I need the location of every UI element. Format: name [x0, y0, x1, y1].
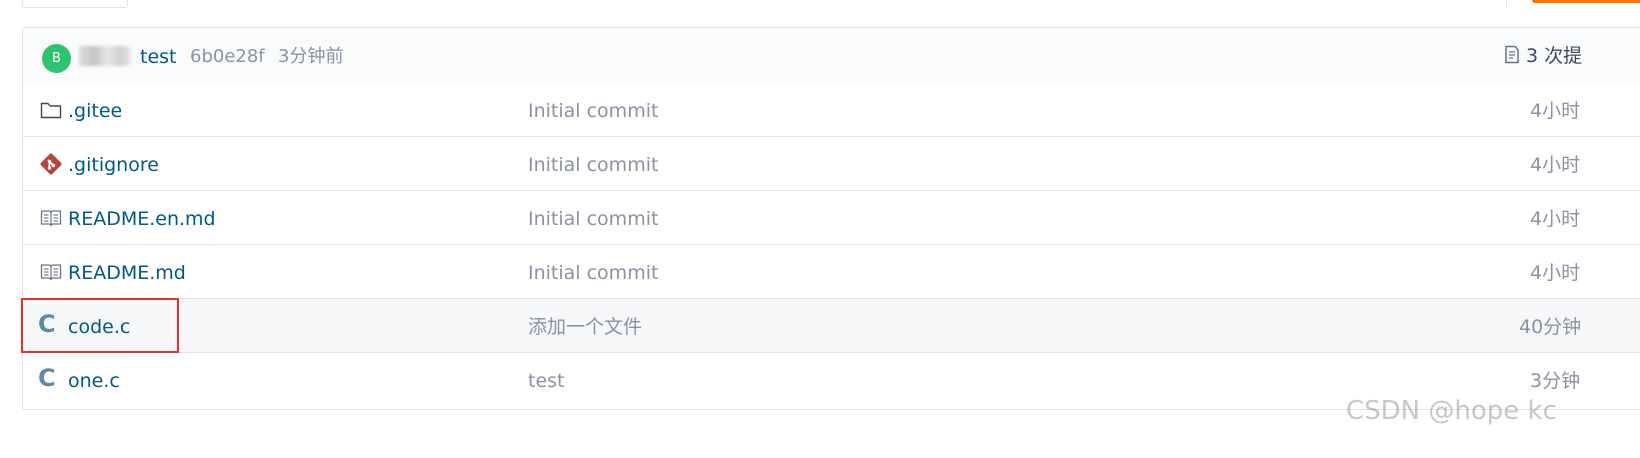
- latest-commit-time: 3分钟前: [278, 46, 344, 67]
- git-icon: [39, 152, 62, 175]
- table-row[interactable]: .gitignore Initial commit 4小时: [23, 137, 1640, 191]
- commits-count-link[interactable]: 3 次提: [1504, 43, 1582, 69]
- table-row[interactable]: README.md Initial commit 4小时: [23, 245, 1640, 299]
- file-updated-time: 4小时: [1530, 154, 1581, 176]
- file-commit-message[interactable]: Initial commit: [528, 259, 658, 287]
- latest-commit-header: B test 6b0e28f 3分钟前 3 次提: [23, 28, 1640, 84]
- clone-download-button[interactable]: [1532, 0, 1640, 3]
- watermark: CSDN @hope kc: [1346, 396, 1557, 426]
- file-commit-message[interactable]: Initial commit: [528, 205, 658, 233]
- table-row[interactable]: C code.c 添加一个文件 40分钟: [23, 299, 1640, 353]
- file-updated-time: 4小时: [1530, 262, 1581, 284]
- file-name-link[interactable]: README.md: [68, 259, 186, 287]
- avatar[interactable]: B: [42, 44, 71, 73]
- file-name-link[interactable]: README.en.md: [68, 205, 216, 233]
- latest-commit-sha[interactable]: 6b0e28f: [190, 44, 265, 70]
- toolbar-divider: [1506, 0, 1507, 7]
- author-name-blurred[interactable]: [79, 46, 131, 66]
- table-row[interactable]: README.en.md Initial commit 4小时: [23, 191, 1640, 245]
- file-updated-time: 3分钟: [1530, 370, 1581, 392]
- c-language-icon: C: [38, 364, 56, 392]
- file-name-link[interactable]: .gitee: [68, 97, 122, 125]
- commit-log-icon: [1504, 45, 1520, 71]
- file-updated-time: 4小时: [1530, 208, 1581, 230]
- file-commit-message[interactable]: Initial commit: [528, 151, 658, 179]
- folder-icon: [40, 100, 62, 120]
- latest-commit-message-link[interactable]: test: [140, 44, 177, 70]
- commits-count-label: 3 次提: [1526, 45, 1583, 67]
- book-icon: [40, 209, 62, 229]
- file-name-link[interactable]: one.c: [68, 367, 120, 395]
- branch-select-button[interactable]: [22, 0, 128, 8]
- highlight-annotation-box: [21, 298, 179, 353]
- book-icon: [40, 263, 62, 283]
- file-commit-message[interactable]: Initial commit: [528, 97, 658, 125]
- table-row[interactable]: .gitee Initial commit 4小时: [23, 83, 1640, 137]
- file-commit-message[interactable]: 添加一个文件: [528, 313, 642, 341]
- file-updated-time: 4小时: [1530, 100, 1581, 122]
- file-name-link[interactable]: .gitignore: [68, 151, 159, 179]
- file-list-table: B test 6b0e28f 3分钟前 3 次提 .gitee Initial …: [22, 27, 1640, 410]
- file-commit-message[interactable]: test: [528, 367, 565, 395]
- file-updated-time: 40分钟: [1519, 316, 1582, 338]
